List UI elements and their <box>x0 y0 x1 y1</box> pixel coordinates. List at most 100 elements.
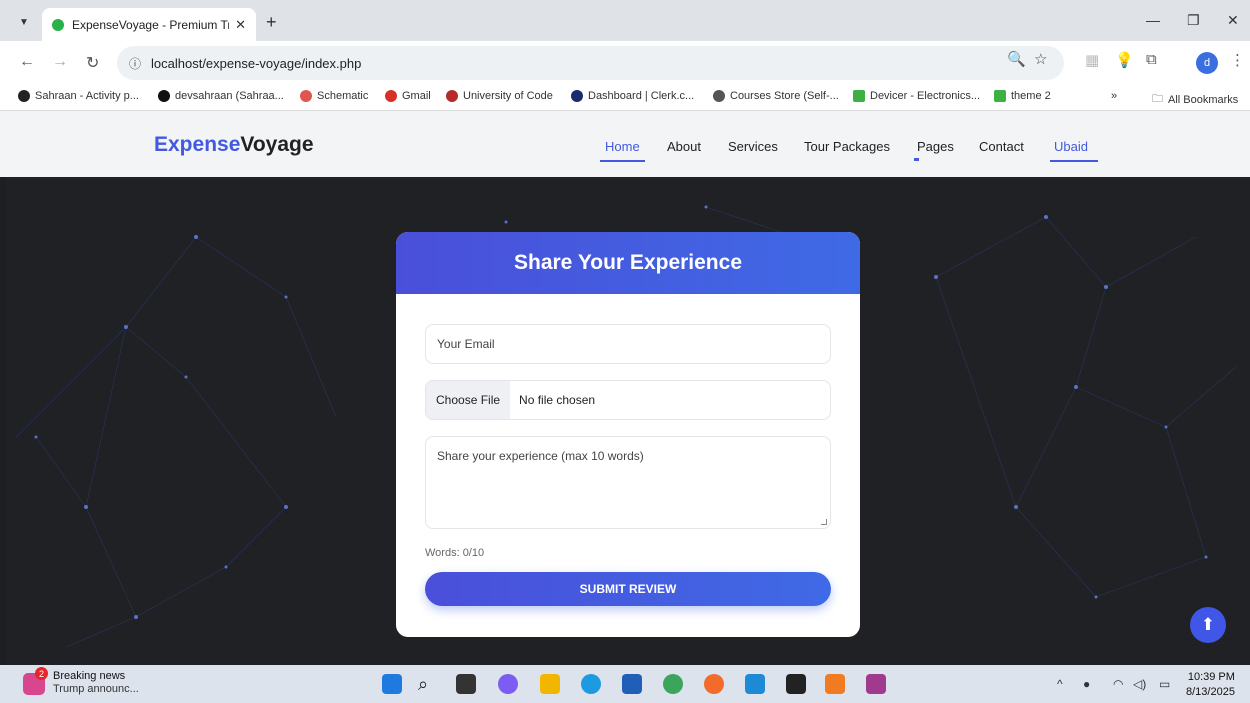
terminal-icon[interactable] <box>786 674 806 694</box>
volume-icon[interactable]: ◁) <box>1133 677 1146 691</box>
nav-home[interactable]: Home <box>605 139 640 154</box>
bookmark-item[interactable]: theme 2 <box>994 90 1051 102</box>
bookmark-label: Gmail <box>402 90 431 102</box>
battery-icon[interactable]: ▭ <box>1159 677 1170 691</box>
store-icon[interactable] <box>622 674 642 694</box>
copilot-icon[interactable] <box>498 674 518 694</box>
bookmark-label: devsahraan (Sahraa... <box>175 90 284 102</box>
university-icon <box>446 90 458 102</box>
browser-tab-active[interactable]: ExpenseVoyage - Premium Trav ✕ <box>42 8 256 41</box>
reload-icon[interactable]: ↻ <box>86 53 99 73</box>
news-subtitle: Trump announc... <box>53 683 139 695</box>
bookmark-favicon-icon <box>18 90 30 102</box>
close-window-icon[interactable]: ✕ <box>1227 12 1239 29</box>
resize-handle-icon[interactable] <box>821 519 827 525</box>
tab-title: ExpenseVoyage - Premium Trav <box>72 17 230 32</box>
file-input[interactable]: Choose File No file chosen <box>425 380 831 420</box>
bookmark-label: Devicer - Electronics... <box>870 90 981 102</box>
bookmark-label: University of Code <box>463 90 553 102</box>
news-title: Breaking news <box>53 670 126 682</box>
postman-icon[interactable] <box>704 674 724 694</box>
bookmark-item[interactable]: Gmail <box>385 90 431 102</box>
choose-file-button[interactable]: Choose File <box>426 381 511 419</box>
nav-contact[interactable]: Contact <box>979 139 1024 154</box>
new-tab-plus-icon[interactable]: + <box>266 12 277 33</box>
vscode-icon[interactable] <box>745 674 765 694</box>
nav-user[interactable]: Ubaid <box>1054 139 1088 154</box>
form-title: Share Your Experience <box>396 232 860 294</box>
browser-menu-icon[interactable]: ⋮ <box>1230 51 1245 69</box>
os-taskbar: 2 Breaking news Trump announc... ⌕ ^ ● ◠… <box>0 665 1250 703</box>
close-tab-icon[interactable]: ✕ <box>235 17 246 33</box>
wifi-icon[interactable]: ◠ <box>1113 677 1123 691</box>
clock-date: 8/13/2025 <box>1186 686 1235 698</box>
experience-textarea[interactable]: Share your experience (max 10 words) <box>425 436 831 529</box>
email-placeholder: Your Email <box>437 337 495 351</box>
logo-part-expense: Expense <box>154 133 241 156</box>
lightbulb-icon[interactable]: 💡 <box>1115 51 1134 69</box>
folder-icon: 🗀 <box>1152 93 1163 105</box>
bookmarks-overflow-icon[interactable]: » <box>1111 90 1117 102</box>
gmail-icon <box>385 90 397 102</box>
winrar-icon[interactable] <box>866 674 886 694</box>
nav-services[interactable]: Services <box>728 139 778 154</box>
clock-time: 10:39 PM <box>1187 671 1235 683</box>
nav-pages-indicator <box>914 158 919 161</box>
bookmarks-bar: Sahraan - Activity p... devsahraan (Sahr… <box>0 85 1250 111</box>
back-icon[interactable]: ← <box>19 53 35 71</box>
nav-user-underline <box>1050 160 1098 162</box>
system-clock[interactable]: 10:39 PM 8/13/2025 <box>1186 670 1235 700</box>
restore-icon[interactable]: ❐ <box>1187 12 1200 29</box>
bookmark-item[interactable]: Devicer - Electronics... <box>853 90 980 102</box>
extension-icon[interactable]: ▦ <box>1085 51 1099 69</box>
task-view-icon[interactable] <box>456 674 476 694</box>
bookmark-label: theme 2 <box>1011 90 1051 102</box>
minimize-icon[interactable]: — <box>1146 12 1160 28</box>
bookmark-item[interactable]: Dashboard | Clerk.c... <box>571 90 694 102</box>
all-bookmarks[interactable]: 🗀 All Bookmarks <box>1152 90 1238 109</box>
bookmark-item[interactable]: Schematic <box>300 90 368 102</box>
courses-icon <box>713 90 725 102</box>
bookmark-item[interactable]: devsahraan (Sahraa... <box>158 90 284 102</box>
site-logo[interactable]: ExpenseVoyage <box>154 133 314 157</box>
schematic-icon <box>300 90 312 102</box>
news-icon: 2 <box>23 667 48 695</box>
tray-chevron-icon[interactable]: ^ <box>1057 677 1063 691</box>
news-badge: 2 <box>35 667 48 680</box>
browser-tab-strip: ▼ ExpenseVoyage - Premium Trav ✕ + — ❐ ✕ <box>0 0 1250 41</box>
forward-icon[interactable]: → <box>52 53 68 71</box>
nav-tour-packages[interactable]: Tour Packages <box>804 139 890 154</box>
news-widget[interactable]: 2 Breaking news Trump announc... <box>23 667 139 695</box>
github-icon <box>158 90 170 102</box>
browser-toolbar: ← → ↻ ⓘ localhost/expense-voyage/index.p… <box>0 41 1250 85</box>
tab-search-chevron-icon[interactable]: ▼ <box>14 12 34 32</box>
nav-pages[interactable]: Pages <box>917 139 954 154</box>
bookmark-star-icon[interactable]: ☆ <box>1034 50 1047 68</box>
theme-icon <box>994 90 1006 102</box>
site-header: ExpenseVoyage Home About Services Tour P… <box>0 111 1250 177</box>
url-text: localhost/expense-voyage/index.php <box>151 55 362 71</box>
zoom-icon[interactable]: 🔍 <box>1007 50 1026 68</box>
review-form-card: Share Your Experience Your Email Choose … <box>396 232 860 637</box>
windows-start-icon[interactable] <box>382 674 402 694</box>
address-bar[interactable]: ⓘ localhost/expense-voyage/index.php <box>117 46 1064 80</box>
bookmark-item[interactable]: Courses Store (Self-... <box>713 90 839 102</box>
xampp-icon[interactable] <box>825 674 845 694</box>
profile-avatar[interactable]: d <box>1196 52 1218 74</box>
bookmark-label: Courses Store (Self-... <box>730 90 839 102</box>
bookmark-label: Dashboard | Clerk.c... <box>588 90 695 102</box>
chrome-icon[interactable] <box>663 674 683 694</box>
file-explorer-icon[interactable] <box>540 674 560 694</box>
email-input[interactable]: Your Email <box>425 324 831 364</box>
submit-review-button[interactable]: SUBMIT REVIEW <box>425 572 831 606</box>
tray-app-icon[interactable]: ● <box>1083 677 1090 691</box>
extensions-puzzle-icon[interactable]: ⧉ <box>1146 51 1157 68</box>
bookmark-item[interactable]: University of Code <box>446 90 553 102</box>
edge-icon[interactable] <box>581 674 601 694</box>
site-info-icon[interactable]: ⓘ <box>129 55 141 72</box>
nav-about[interactable]: About <box>667 139 701 154</box>
search-icon[interactable]: ⌕ <box>418 674 438 694</box>
bookmark-item[interactable]: Sahraan - Activity p... <box>18 90 139 102</box>
scroll-to-top-button[interactable]: ⬆ <box>1190 607 1226 643</box>
file-status-text: No file chosen <box>519 393 596 407</box>
